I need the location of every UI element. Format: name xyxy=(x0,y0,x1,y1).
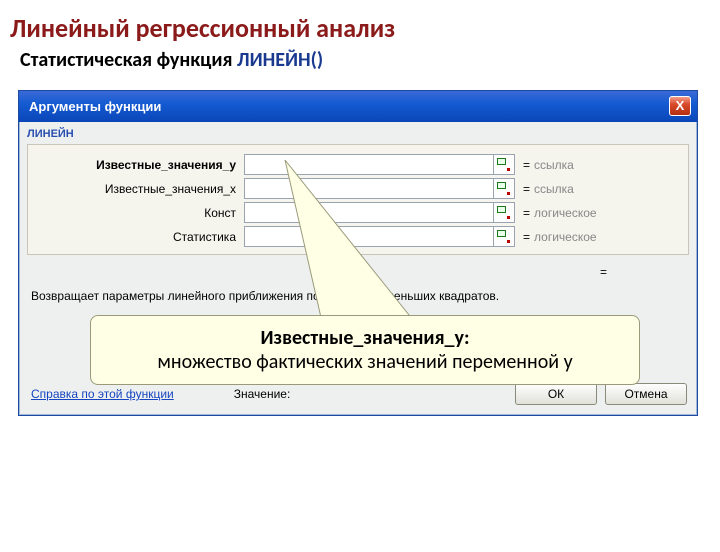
slide-subtitle: Статистическая функция ЛИНЕЙН() xyxy=(20,48,720,72)
range-select-icon[interactable] xyxy=(493,202,515,223)
arg-label: Известные_значения_y xyxy=(34,158,244,172)
slide-sub-fn: ЛИНЕЙН() xyxy=(237,48,323,72)
equals-sign: = xyxy=(523,158,530,172)
arg-row-const: Конст = логическое xyxy=(34,202,682,223)
arg-type: логическое xyxy=(534,206,597,220)
arg-row-stats: Статистика = логическое xyxy=(34,226,682,247)
equals-sign: = xyxy=(523,206,530,220)
arg-input-const[interactable] xyxy=(244,202,494,223)
callout-box: Известные_значения_y: множество фактичес… xyxy=(90,315,640,385)
value-label: Значение: xyxy=(234,387,291,401)
arg-input-y[interactable] xyxy=(244,154,494,175)
arg-type: ссылка xyxy=(534,158,574,172)
ok-button[interactable]: ОК xyxy=(515,383,597,405)
arg-type: логическое xyxy=(534,230,597,244)
arg-input-x[interactable] xyxy=(244,178,494,199)
close-icon[interactable]: X xyxy=(669,96,691,116)
arg-label: Известные_значения_x xyxy=(34,182,244,196)
help-link[interactable]: Справка по этой функции xyxy=(31,387,174,401)
range-select-icon[interactable] xyxy=(493,154,515,175)
callout-title: Известные_значения_y: xyxy=(107,326,623,350)
function-name: ЛИНЕЙН xyxy=(19,122,697,142)
arg-row-x: Известные_значения_x = ссылка xyxy=(34,178,682,199)
arg-input-stats[interactable] xyxy=(244,226,494,247)
callout-body: множество фактических значений переменно… xyxy=(107,350,623,374)
slide-sub-prefix: Статистическая функция xyxy=(20,48,237,72)
equals-sign: = xyxy=(523,230,530,244)
arg-label: Статистика xyxy=(34,230,244,244)
slide-title: Линейный регрессионный анализ xyxy=(10,12,720,44)
arg-type: ссылка xyxy=(534,182,574,196)
cancel-button[interactable]: Отмена xyxy=(605,383,687,405)
equals-sign: = xyxy=(523,182,530,196)
dialog-titlebar[interactable]: Аргументы функции X xyxy=(19,91,697,122)
dialog-title: Аргументы функции xyxy=(29,99,161,114)
range-select-icon[interactable] xyxy=(493,178,515,199)
arg-row-y: Известные_значения_y = ссылка xyxy=(34,154,682,175)
function-description: Возвращает параметры линейного приближен… xyxy=(19,281,697,305)
arguments-block: Известные_значения_y = ссылка Известные_… xyxy=(27,144,689,255)
result-equals: = xyxy=(19,261,697,281)
arg-label: Конст xyxy=(34,206,244,220)
range-select-icon[interactable] xyxy=(493,226,515,247)
